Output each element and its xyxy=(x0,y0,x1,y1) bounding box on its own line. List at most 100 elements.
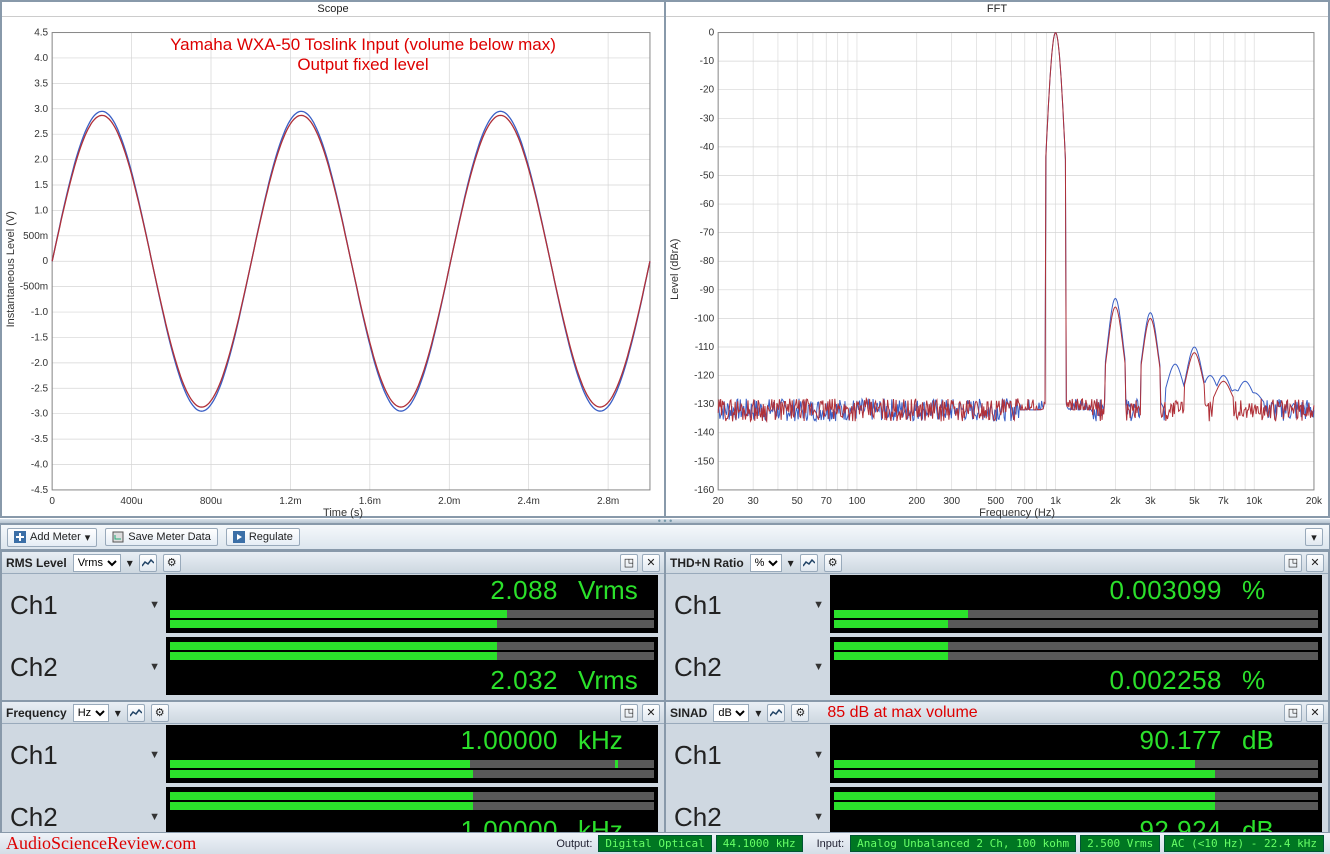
freq-stats-button[interactable] xyxy=(127,704,145,722)
scope-plot[interactable]: Yamaha WXA-50 Toslink Input (volume belo… xyxy=(2,17,664,522)
svg-text:2.0: 2.0 xyxy=(34,155,48,166)
svg-text:0: 0 xyxy=(49,496,55,507)
thd-close-button[interactable]: ✕ xyxy=(1306,554,1324,572)
thd-ch1-value: 0.003099 xyxy=(1110,575,1222,606)
sinad-ch1-bar2 xyxy=(834,770,1318,778)
save-meter-button[interactable]: Save Meter Data xyxy=(105,528,218,546)
thd-stats-button[interactable] xyxy=(800,554,818,572)
freq-ch1-readout: 1.00000 kHz xyxy=(166,725,658,755)
svg-text:-60: -60 xyxy=(700,199,715,210)
input-type-chip[interactable]: Analog Unbalanced 2 Ch, 100 kohm xyxy=(850,835,1076,852)
rms-ch1-bar1 xyxy=(170,610,654,618)
svg-text:2.5: 2.5 xyxy=(34,129,48,140)
sinad-ch1-row: Ch1▼ 90.177 dB xyxy=(674,724,1322,786)
thd-popout-button[interactable]: ◳ xyxy=(1284,554,1302,572)
svg-text:2.4m: 2.4m xyxy=(518,496,540,507)
thd-ch1-unit: % xyxy=(1242,575,1312,606)
add-meter-button[interactable]: Add Meter ▾ xyxy=(7,528,97,547)
rms-title: RMS Level xyxy=(6,556,67,570)
svg-text:50: 50 xyxy=(792,496,804,507)
svg-text:2.8m: 2.8m xyxy=(597,496,619,507)
output-label: Output: xyxy=(546,838,594,850)
sinad-ch1-value: 90.177 xyxy=(1139,725,1222,756)
rms-ch2-bar1 xyxy=(170,642,654,650)
thd-ch1-bar1 xyxy=(834,610,1318,618)
svg-text:-500m: -500m xyxy=(20,282,48,293)
freq-close-button[interactable]: ✕ xyxy=(642,704,660,722)
sinad-popout-button[interactable]: ◳ xyxy=(1284,704,1302,722)
output-type-chip[interactable]: Digital Optical xyxy=(598,835,711,852)
thd-unit-select[interactable]: % xyxy=(750,554,782,572)
sinad-ch1-dropdown[interactable]: ▼ xyxy=(813,749,824,761)
freq-ch1-value: 1.00000 xyxy=(461,725,558,756)
thd-ch2-unit: % xyxy=(1242,665,1312,696)
fft-plot[interactable]: -160-150-140-130-120-110-100-90-80-70-60… xyxy=(666,17,1328,522)
freq-popout-button[interactable]: ◳ xyxy=(620,704,638,722)
sinad-unit-select[interactable]: dB xyxy=(713,704,749,722)
rms-ch1-unit: Vrms xyxy=(578,575,648,606)
svg-text:1.6m: 1.6m xyxy=(359,496,381,507)
svg-text:-2.5: -2.5 xyxy=(31,383,49,394)
svg-text:-40: -40 xyxy=(700,142,715,153)
play-icon xyxy=(233,531,245,543)
svg-text:-140: -140 xyxy=(694,428,714,439)
sinad-gear-button[interactable]: ⚙ xyxy=(791,704,809,722)
thd-ch2-dropdown[interactable]: ▼ xyxy=(813,661,824,673)
svg-text:10k: 10k xyxy=(1246,496,1263,507)
freq-ch1-dropdown[interactable]: ▼ xyxy=(149,749,160,761)
sinad-ch1-bars xyxy=(830,755,1322,783)
sinad-ch2-bars xyxy=(830,787,1322,815)
plus-icon xyxy=(14,531,26,543)
rms-ch2-dropdown[interactable]: ▼ xyxy=(149,661,160,673)
input-bw-chip[interactable]: AC (<10 Hz) - 22.4 kHz xyxy=(1164,835,1324,852)
rms-ch2-row: Ch2▼ 2.032 Vrms xyxy=(10,636,658,698)
thd-ch1-dropdown[interactable]: ▼ xyxy=(813,599,824,611)
svg-text:-90: -90 xyxy=(700,285,715,296)
rms-close-button[interactable]: ✕ xyxy=(642,554,660,572)
svg-text:-160: -160 xyxy=(694,485,714,496)
svg-text:5k: 5k xyxy=(1189,496,1201,507)
sinad-ch2-bar1 xyxy=(834,792,1318,800)
regulate-button[interactable]: Regulate xyxy=(226,528,300,546)
thd-gear-button[interactable]: ⚙ xyxy=(824,554,842,572)
thd-ch2-row: Ch2▼ 0.002258 % xyxy=(674,636,1322,698)
svg-text:70: 70 xyxy=(821,496,833,507)
rms-gear-button[interactable]: ⚙ xyxy=(163,554,181,572)
scope-title: Scope xyxy=(2,2,664,17)
rms-ch2-value: 2.032 xyxy=(490,665,558,696)
dropdown-caret-icon: ▾ xyxy=(115,706,121,720)
svg-text:800u: 800u xyxy=(200,496,222,507)
svg-text:-2.0: -2.0 xyxy=(31,358,49,369)
input-level-chip[interactable]: 2.500 Vrms xyxy=(1080,835,1160,852)
thd-ch2-bar2 xyxy=(834,652,1318,660)
rms-stats-button[interactable] xyxy=(139,554,157,572)
collapse-button[interactable]: ▾ xyxy=(1305,528,1323,546)
sinad-panel: SINAD dB ▾ ⚙ 85 dB at max volume ◳ ✕ Ch1… xyxy=(665,701,1329,851)
dropdown-caret-icon: ▾ xyxy=(85,531,91,544)
svg-text:4.0: 4.0 xyxy=(34,53,48,64)
rms-unit-select[interactable]: Vrms xyxy=(73,554,121,572)
rms-ch1-dropdown[interactable]: ▼ xyxy=(149,599,160,611)
rms-ch2-bars xyxy=(166,637,658,665)
sinad-close-button[interactable]: ✕ xyxy=(1306,704,1324,722)
sinad-ch2-dropdown[interactable]: ▼ xyxy=(813,811,824,823)
freq-gear-button[interactable]: ⚙ xyxy=(151,704,169,722)
output-rate-chip[interactable]: 44.1000 kHz xyxy=(716,835,803,852)
sinad-ch2-bar2 xyxy=(834,802,1318,810)
freq-ch2-dropdown[interactable]: ▼ xyxy=(149,811,160,823)
svg-text:-130: -130 xyxy=(694,399,714,410)
sinad-header: SINAD dB ▾ ⚙ 85 dB at max volume ◳ ✕ xyxy=(666,702,1328,724)
freq-ch2-bars xyxy=(166,787,658,815)
svg-text:2.0m: 2.0m xyxy=(438,496,460,507)
freq-unit-select[interactable]: Hz xyxy=(73,704,109,722)
svg-text:-50: -50 xyxy=(700,170,715,181)
rms-ch1-row: Ch1▼ 2.088 Vrms xyxy=(10,574,658,636)
thd-ch2-bar1 xyxy=(834,642,1318,650)
svg-text:-20: -20 xyxy=(700,85,715,96)
freq-panel: Frequency Hz ▾ ⚙ ◳ ✕ Ch1▼ 1.00000 kHz Ch… xyxy=(1,701,665,851)
thd-ch1-bar2 xyxy=(834,620,1318,628)
sinad-stats-button[interactable] xyxy=(767,704,785,722)
rms-popout-button[interactable]: ◳ xyxy=(620,554,638,572)
svg-text:2k: 2k xyxy=(1110,496,1122,507)
sinad-annotation: 85 dB at max volume xyxy=(827,704,977,722)
